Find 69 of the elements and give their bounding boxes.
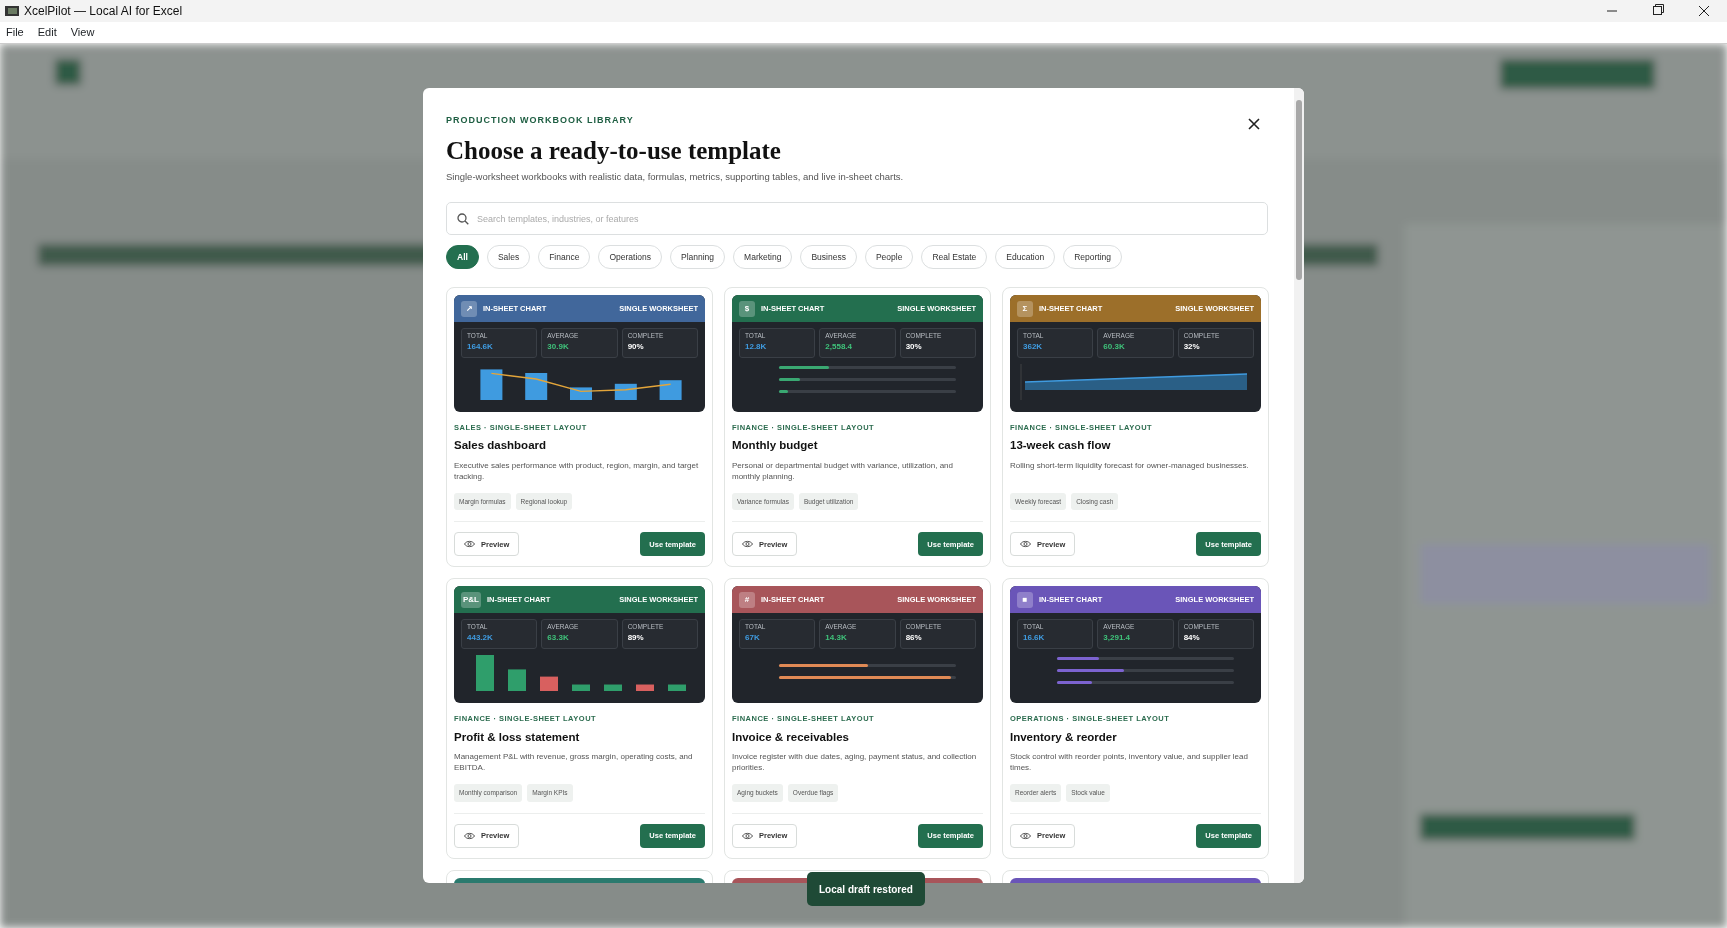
- stat-value: 84%: [1183, 632, 1201, 645]
- card-description: Rolling short-term liquidity forecast for owner-managed businesses.: [1010, 459, 1250, 472]
- filter-chip[interactable]: Finance: [538, 245, 591, 269]
- header-icon: P&L: [461, 591, 481, 608]
- filter-chip[interactable]: People: [864, 245, 914, 269]
- stat-value: 2,558.4: [825, 341, 854, 353]
- stat-value: 362K: [1023, 341, 1044, 353]
- filter-chip[interactable]: All: [446, 245, 479, 269]
- search-icon: [457, 213, 469, 225]
- eye-icon: [742, 831, 753, 840]
- app-icon: [5, 5, 19, 17]
- menu-item[interactable]: Edit: [37, 24, 57, 41]
- card-description: Executive sales performance with product, region, margin, and target tracking.: [454, 459, 700, 482]
- header-icon: ■: [1017, 591, 1033, 608]
- filter-chip[interactable]: Sales: [486, 245, 531, 269]
- scrollbar[interactable]: [1294, 88, 1304, 883]
- filter-chip[interactable]: Marketing: [733, 245, 793, 269]
- filter-chip[interactable]: Planning: [670, 245, 726, 269]
- header-icon: Σ: [1017, 300, 1033, 317]
- eye-icon: [1020, 540, 1031, 549]
- card-title: Inventory & reorder: [1010, 729, 1118, 745]
- eyebrow-label: PRODUCTION WORKBOOK LIBRARY: [446, 114, 634, 127]
- close-button[interactable]: [1248, 118, 1260, 130]
- filter-chip[interactable]: Real Estate: [921, 245, 988, 269]
- menu-item[interactable]: View: [70, 24, 95, 41]
- filter-chip[interactable]: Reporting: [1063, 245, 1122, 269]
- stat-value: 67K: [745, 632, 761, 645]
- stat-value: 90%: [627, 341, 645, 353]
- card-description: Personal or departmental budget with variance, utilization, and monthly planning.: [732, 459, 955, 482]
- card-title: Invoice & receivables: [732, 729, 850, 745]
- modal-title: Choose a ready-to-use template: [446, 136, 782, 166]
- eye-icon: [464, 540, 475, 549]
- search-field[interactable]: Search templates, industries, or features: [446, 202, 1268, 235]
- window-title: XcelPilot — Local AI for Excel: [24, 3, 183, 20]
- header-icon: $: [739, 300, 755, 317]
- stat-value: 32%: [1183, 341, 1201, 353]
- filter-chip[interactable]: Operations: [598, 245, 662, 269]
- stat-value: 3,291.4: [1103, 632, 1132, 645]
- eye-icon: [1020, 831, 1031, 840]
- header-icon: ↗: [461, 300, 477, 317]
- menu-item[interactable]: File: [6, 24, 24, 41]
- filter-chip[interactable]: Education: [995, 245, 1056, 269]
- scrollbar-thumb[interactable]: [1296, 100, 1302, 280]
- card-title: Monthly budget: [732, 438, 819, 454]
- toast-message: Local draft restored: [807, 872, 925, 906]
- stat-value: 30%: [905, 341, 923, 353]
- card-description: Invoice register with due dates, aging, payment status, and collection priorities.: [732, 750, 978, 773]
- close-icon: [1248, 118, 1260, 130]
- eye-icon: [464, 831, 475, 840]
- card-title: 13-week cash flow: [1010, 438, 1112, 454]
- stat-value: 14.3K: [825, 632, 848, 645]
- stat-value: 89%: [627, 632, 645, 645]
- filter-chip[interactable]: Business: [800, 245, 857, 269]
- card-title: Profit & loss statement: [454, 729, 581, 745]
- header-icon: #: [739, 591, 755, 608]
- card-description: Management P&L with revenue, gross margin, operating costs, and EBITDA.: [454, 750, 694, 773]
- stat-value: 60.3K: [1103, 341, 1126, 353]
- stat-value: 63.3K: [547, 632, 570, 645]
- card-title: Sales dashboard: [454, 438, 548, 454]
- blurred-logo: [55, 59, 81, 85]
- stat-value: 86%: [905, 632, 923, 645]
- stat-value: 443.2K: [467, 632, 494, 645]
- modal-subtitle: Single-worksheet workbooks with realistic data, formulas, metrics, supporting tables, and live in-sheet charts.: [446, 170, 905, 184]
- card-description: Stock control with reorder points, inventory value, and supplier lead times.: [1010, 750, 1249, 773]
- eye-icon: [742, 540, 753, 549]
- stat-value: 30.9K: [547, 341, 570, 353]
- stat-value: 12.8K: [745, 341, 768, 353]
- stat-value: 16.6K: [1023, 632, 1046, 645]
- stat-value: 164.6K: [467, 341, 494, 353]
